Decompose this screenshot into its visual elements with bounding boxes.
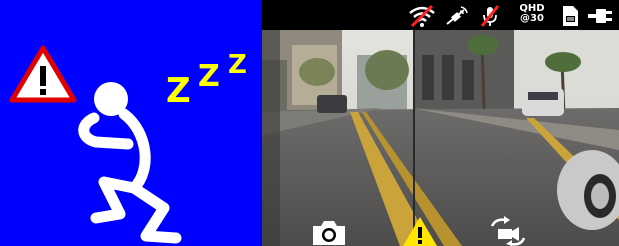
gps-satellite-icon — [446, 6, 468, 25]
sleep-z-large: Z — [228, 50, 247, 80]
wifi-off-icon — [409, 4, 435, 28]
camera-snapshot-icon[interactable] — [310, 218, 348, 246]
emergency-lock-icon[interactable] — [402, 216, 438, 246]
switch-camera-icon[interactable] — [488, 216, 528, 246]
fatigue-alert-graphic — [0, 0, 262, 246]
sd-card-icon — [563, 6, 578, 26]
dashcam-screen: Z Z Z QHD @30 — [0, 0, 619, 246]
road-scene-image — [262, 0, 619, 246]
fatigue-alert-panel: Z Z Z — [0, 0, 262, 246]
camera-live-view — [262, 0, 619, 246]
power-plug-icon — [588, 9, 612, 23]
status-bar: QHD @30 — [262, 0, 619, 30]
mic-muted-icon — [480, 5, 500, 27]
sleep-z-small: Z — [166, 71, 191, 111]
framerate-label: @30 — [520, 13, 544, 24]
sleep-z-medium: Z — [198, 59, 220, 94]
resolution-indicator: QHD @30 — [515, 4, 549, 24]
